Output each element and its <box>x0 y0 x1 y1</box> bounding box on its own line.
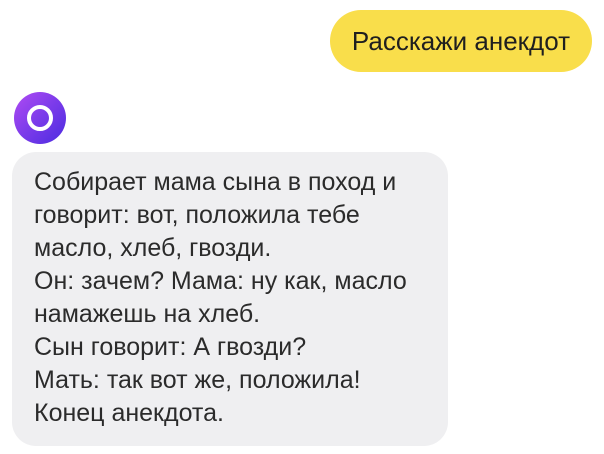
assistant-message-bubble: Собирает мама сына в поход и говорит: во… <box>12 152 448 446</box>
assistant-message-line: Мать: так вот же, положила! <box>34 366 361 394</box>
assistant-message-line: говорит: вот, положила тебе <box>34 201 360 229</box>
alice-logo-icon <box>14 92 66 144</box>
user-message-text: Расскажи анекдот <box>351 25 570 56</box>
assistant-message-line: Сын говорит: А гвозди? <box>34 333 307 361</box>
assistant-message-line: намажешь на хлеб. <box>34 300 261 328</box>
assistant-message-line: Он: зачем? Мама: ну как, масло <box>34 267 407 295</box>
assistant-message-line: Собирает мама сына в поход и <box>34 168 397 196</box>
assistant-message-line: масло, хлеб, гвозди. <box>34 234 272 262</box>
assistant-message-line: Конец анекдота. <box>34 399 224 427</box>
user-message-bubble: Расскажи анекдот <box>329 10 592 72</box>
